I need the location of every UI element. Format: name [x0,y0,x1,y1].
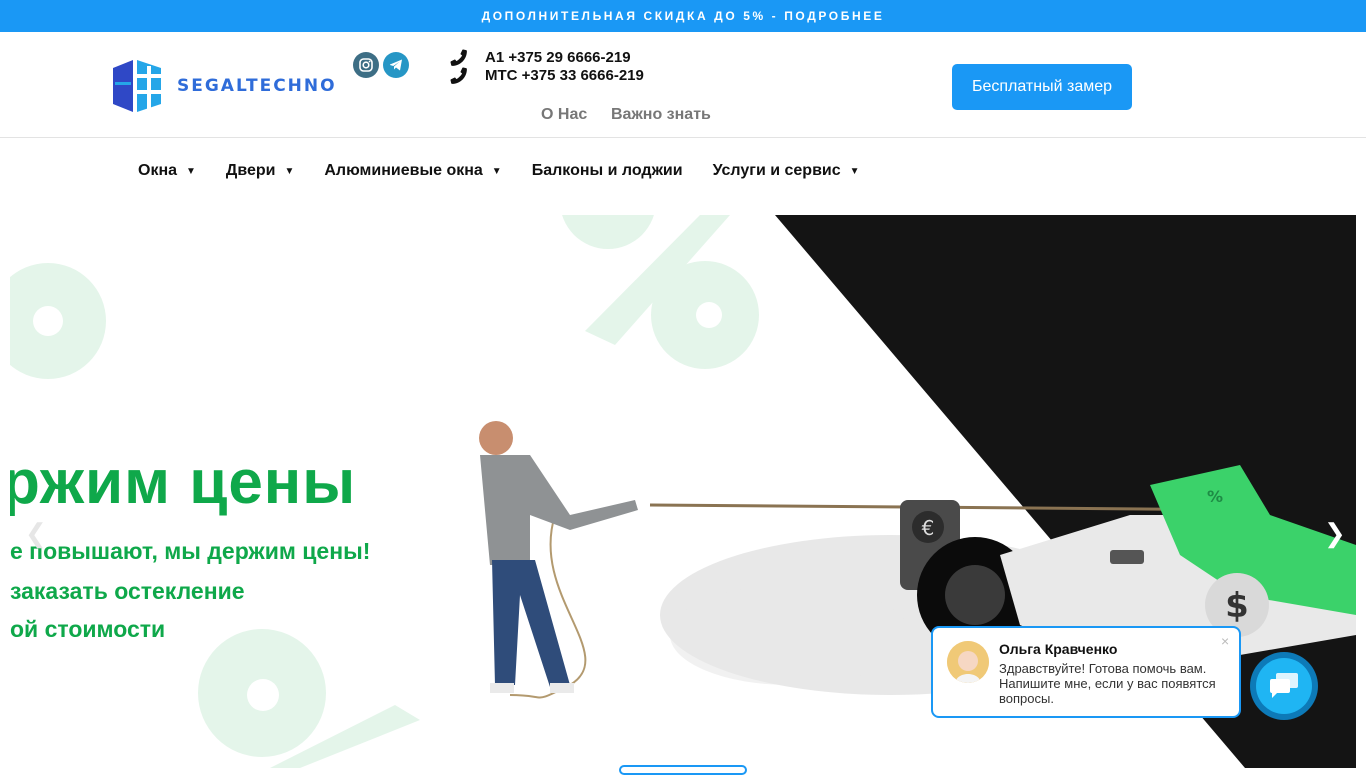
chat-popup[interactable]: Ольга Кравченко Здравствуйте! Готова пом… [931,626,1241,718]
chevron-down-icon: ▼ [284,165,295,177]
phone-icon [450,67,467,84]
nav-label: Окна [138,162,178,179]
nav-item-doors[interactable]: Двери ▼ [226,162,294,180]
logo-text: SEGALTECHNO [177,76,337,96]
euro-badge: € [922,516,935,540]
phone-list: A1 +375 29 6666-219 МТС +375 33 6666-219 [450,48,644,84]
logo[interactable]: SEGALTECHNO [113,60,337,112]
promo-text: ДОПОЛНИТЕЛЬНАЯ СКИДКА ДО 5% - ПОДРОБНЕЕ [481,9,885,23]
slider-prev-arrow-icon[interactable]: ❮ [25,518,47,549]
chat-launcher-button[interactable] [1250,652,1318,720]
phone-icon [450,49,467,66]
phone-mts-text: МТС +375 33 6666-219 [485,66,644,84]
agent-name: Ольга Кравченко [999,641,1118,657]
nav-label: Услуги и сервис [712,162,841,179]
instagram-icon[interactable] [353,52,379,78]
hero-action-button[interactable] [619,765,747,775]
nav-item-aluminum-windows[interactable]: Алюминиевые окна ▼ [324,162,501,180]
telegram-icon[interactable] [383,52,409,78]
dollar-badge: $ [1225,586,1249,626]
free-measure-button[interactable]: Бесплатный замер [952,64,1132,110]
nav-label: Балконы и лоджии [531,162,683,179]
chevron-down-icon: ▼ [849,165,860,177]
promo-bar[interactable]: ДОПОЛНИТЕЛЬНАЯ СКИДКА ДО 5% - ПОДРОБНЕЕ [0,0,1366,32]
chevron-down-icon: ▼ [491,165,502,177]
hero-subtitle-1: е повышают, мы держим цены! [10,538,371,564]
site-header: SEGALTECHNO A1 +375 29 6666-219 МТС +375… [0,32,1366,138]
logo-mark-icon [113,60,161,112]
nav-item-balconies[interactable]: Балконы и лоджии [532,162,683,180]
agent-avatar [947,641,989,683]
main-nav: Окна ▼ Двери ▼ Алюминиевые окна ▼ Балкон… [138,162,890,180]
free-measure-label: Бесплатный замер [971,78,1113,95]
chat-icon [1256,658,1312,714]
percent-badge: % [1207,487,1223,506]
slider-next-arrow-icon[interactable]: ❯ [1324,518,1346,549]
chat-message: Здравствуйте! Готова помочь вам. Напишит… [999,661,1216,706]
nav-label: Алюминиевые окна [324,162,483,179]
nav-item-services[interactable]: Услуги и сервис ▼ [713,162,860,180]
phone-mts[interactable]: МТС +375 33 6666-219 [450,66,644,84]
nav-label: Двери [225,162,276,179]
hero-subtitle-2: заказать остекление [10,578,245,604]
phone-a1[interactable]: A1 +375 29 6666-219 [450,48,644,66]
hero-title: ржим цены [10,448,357,517]
chevron-down-icon: ▼ [186,165,196,177]
nav-item-windows[interactable]: Окна ▼ [138,162,196,180]
hero-subtitle-3: ой стоимости [10,616,166,642]
person-figure [479,421,638,693]
phone-a1-text: A1 +375 29 6666-219 [485,48,631,66]
link-about[interactable]: О Нас [541,106,587,124]
close-icon[interactable]: × [1221,633,1229,649]
link-important[interactable]: Важно знать [611,106,711,124]
